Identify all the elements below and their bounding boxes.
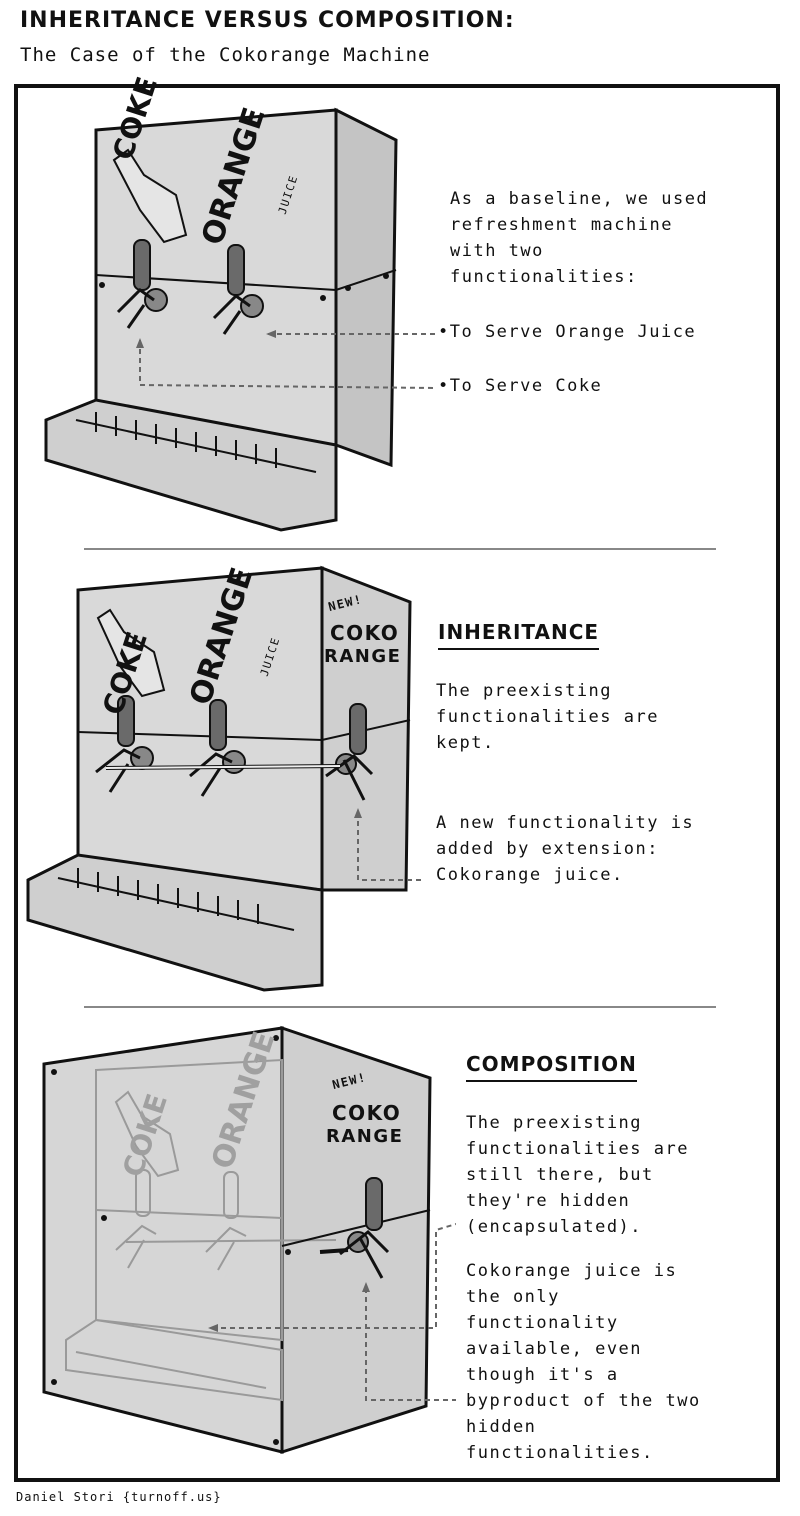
- panel1-caption: As a baseline, we used refreshment machi…: [450, 189, 709, 287]
- comic-subtitle: The Case of the Cokorange Machine: [20, 44, 431, 66]
- panel3-badge-coko: COKO: [332, 1101, 402, 1125]
- panel3-badge-range: RANGE: [326, 1126, 404, 1147]
- inheritance-text-extension: A new functionality is added by extensio…: [436, 813, 695, 885]
- bullet-serve-coke: •To Serve Coke: [438, 376, 603, 396]
- inheritance-text-kept: The preexisting functionalities are kept…: [436, 681, 659, 753]
- panel2-badge-coko: COKO: [330, 621, 400, 645]
- composition-text-hidden: The preexisting functionalities are stil…: [466, 1113, 689, 1237]
- divider-2: [84, 1006, 716, 1008]
- inheritance-heading: INHERITANCE: [438, 620, 600, 650]
- composition-text-byproduct: Cokorange juice is the only functionalit…: [466, 1261, 701, 1463]
- comic-title: INHERITANCE VERSUS COMPOSITION:: [20, 8, 515, 33]
- divider-1: [84, 548, 716, 550]
- author-credit: Daniel Stori {turnoff.us}: [16, 1490, 222, 1504]
- panel2-badge-range: RANGE: [324, 646, 402, 667]
- composition-heading: COMPOSITION: [466, 1052, 637, 1082]
- bullet-serve-orange-juice: •To Serve Orange Juice: [438, 322, 697, 342]
